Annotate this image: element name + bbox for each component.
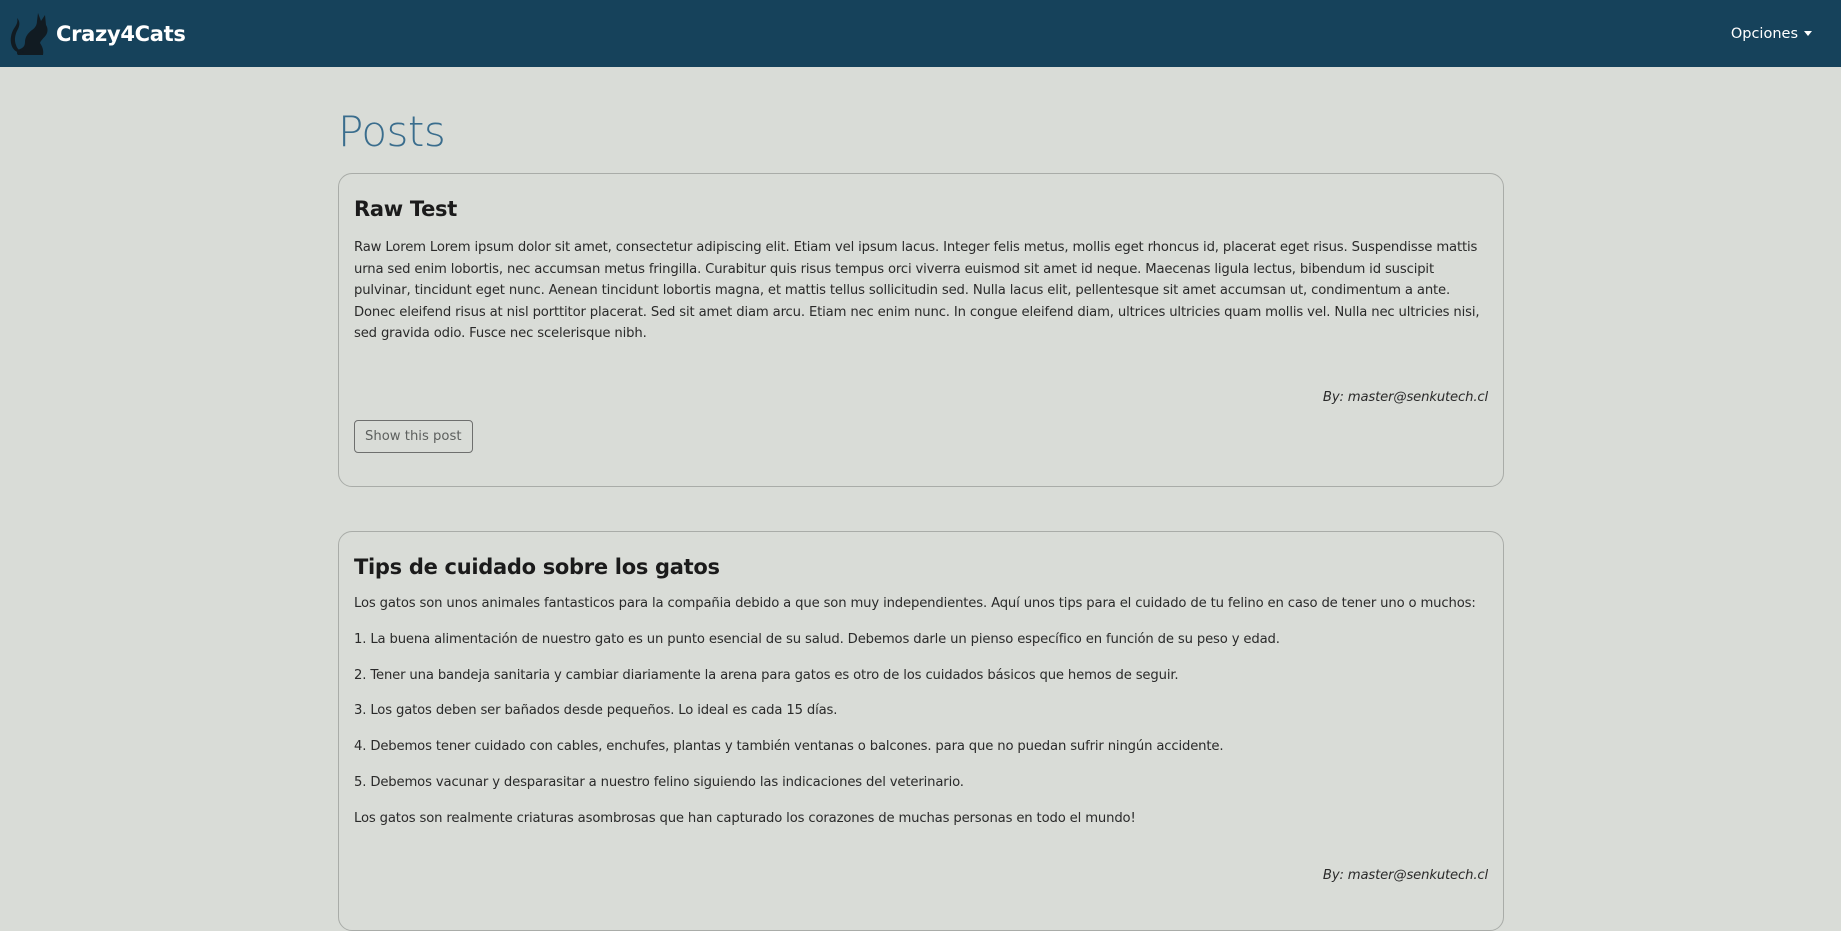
post-paragraph: 2. Tener una bandeja sanitaria y cambiar… bbox=[354, 667, 1179, 683]
post-title: Tips de cuidado sobre los gatos bbox=[354, 555, 720, 579]
main-content: Posts Raw Test Raw Lorem Lorem ipsum dol… bbox=[338, 67, 1504, 931]
post-paragraph: 4. Debemos tener cuidado con cables, enc… bbox=[354, 739, 1224, 755]
options-label: Opciones bbox=[1730, 25, 1798, 42]
post-paragraph: 5. Debemos vacunar y desparasitar a nues… bbox=[354, 774, 964, 790]
brand-name: Crazy4Cats bbox=[56, 21, 186, 46]
post-paragraph: 1. La buena alimentación de nuestro gato… bbox=[354, 631, 1280, 647]
post-author: By: master@senkutech.cl bbox=[1322, 868, 1488, 884]
post-card: Tips de cuidado sobre los gatos Los gato… bbox=[338, 531, 1504, 931]
show-post-button[interactable]: Show this post bbox=[354, 419, 473, 453]
post-paragraph: 3. Los gatos deben ser bañados desde peq… bbox=[354, 703, 838, 719]
brand-link[interactable]: Crazy4Cats bbox=[8, 9, 186, 59]
post-paragraph: Los gatos son realmente criaturas asombr… bbox=[354, 810, 1136, 826]
post-paragraph: Los gatos son unos animales fantasticos … bbox=[354, 596, 1476, 611]
cat-silhouette-icon bbox=[10, 12, 48, 55]
caret-down-icon bbox=[1804, 31, 1812, 36]
page-title: Posts bbox=[338, 107, 446, 156]
post-title: Raw Test bbox=[354, 197, 457, 221]
post-author: By: master@senkutech.cl bbox=[1322, 389, 1488, 405]
post-body: Raw Lorem Lorem ipsum dolor sit amet, co… bbox=[354, 240, 1480, 341]
options-dropdown[interactable]: Opciones bbox=[1731, 26, 1812, 42]
post-card: Raw Test Raw Lorem Lorem ipsum dolor sit… bbox=[338, 173, 1504, 487]
top-navbar: Crazy4Cats Opciones bbox=[0, 0, 1841, 67]
post-body: Los gatos son unos animales fantasticos … bbox=[354, 593, 1488, 829]
